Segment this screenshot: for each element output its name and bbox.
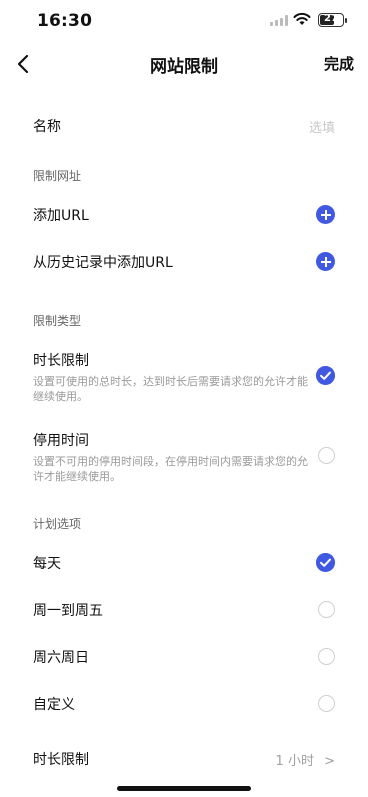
plan-option-daily[interactable]: 每天 — [33, 553, 335, 573]
battery-tip — [345, 18, 347, 23]
downtime-option[interactable]: 停用时间 设置不可用的停用时间段，在停用时间内需要请求您的允许才能继续使用。 — [33, 430, 335, 484]
type-section-header: 限制类型 — [33, 314, 82, 328]
plan-option-label: 周六周日 — [33, 650, 89, 666]
add-from-history-row[interactable]: 从历史记录中添加URL — [33, 252, 335, 272]
duration-limit-option[interactable]: 时长限制 设置可使用的总时长，达到时长后需要请求您的允许才能继续使用。 — [33, 350, 335, 404]
navigation-bar: 网站限制 完成 — [0, 44, 368, 84]
downtime-desc: 设置不可用的停用时间段，在停用时间内需要请求您的允许才能继续使用。 — [33, 455, 308, 483]
duration-limit-label: 时长限制 — [33, 353, 89, 369]
duration-limit-value: 1 小时 > — [275, 754, 335, 769]
checkmark-icon[interactable] — [316, 553, 335, 572]
status-bar: 16:30 27 — [0, 0, 368, 44]
downtime-label: 停用时间 — [33, 433, 89, 449]
name-label: 名称 — [33, 119, 61, 135]
plan-option-custom[interactable]: 自定义 — [33, 694, 335, 714]
add-icon[interactable] — [316, 252, 335, 271]
plan-option-label: 周一到周五 — [33, 603, 103, 619]
signal-icon — [270, 15, 288, 26]
status-time: 16:30 — [37, 11, 93, 31]
duration-limit-value-row[interactable]: 时长限制 1 小时 > — [33, 749, 335, 769]
plan-section-header: 计划选项 — [33, 517, 82, 531]
plan-option-label: 每天 — [33, 556, 61, 572]
add-icon[interactable] — [316, 205, 335, 224]
duration-limit-row-label: 时长限制 — [33, 752, 89, 768]
radio-unchecked-icon[interactable] — [318, 648, 335, 665]
name-input[interactable]: 选填 — [309, 117, 335, 136]
duration-limit-desc: 设置可使用的总时长，达到时长后需要请求您的允许才能继续使用。 — [33, 375, 308, 403]
radio-unchecked-icon[interactable] — [318, 601, 335, 618]
radio-unchecked-icon[interactable] — [318, 695, 335, 712]
plan-option-weekdays[interactable]: 周一到周五 — [33, 600, 335, 620]
add-from-history-label: 从历史记录中添加URL — [33, 255, 173, 271]
plan-option-label: 自定义 — [33, 697, 75, 713]
done-button[interactable]: 完成 — [324, 53, 354, 74]
checkmark-icon[interactable] — [316, 366, 335, 385]
page-title: 网站限制 — [150, 57, 218, 77]
chevron-right-icon: > — [324, 754, 335, 769]
radio-unchecked-icon[interactable] — [318, 447, 335, 464]
wifi-icon — [293, 12, 311, 25]
plan-option-weekend[interactable]: 周六周日 — [33, 647, 335, 667]
name-row[interactable]: 名称 选填 — [33, 116, 335, 136]
battery-level: 27 — [324, 13, 338, 24]
add-url-row[interactable]: 添加URL — [33, 205, 335, 225]
battery-icon: 27 — [318, 13, 344, 27]
url-section-header: 限制网址 — [33, 169, 82, 183]
home-indicator[interactable] — [117, 786, 251, 791]
add-url-label: 添加URL — [33, 208, 89, 224]
